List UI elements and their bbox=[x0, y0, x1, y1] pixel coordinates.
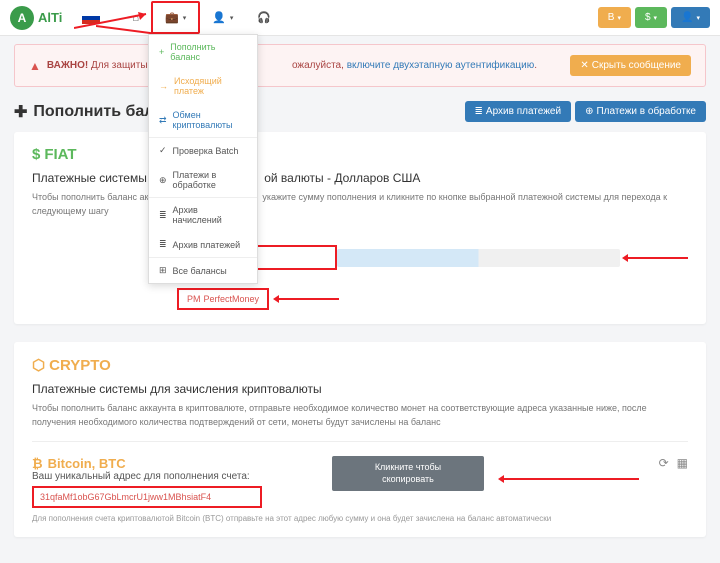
dropdown-item[interactable]: ⊞Все балансы bbox=[149, 258, 257, 283]
crypto-subtitle: Платежные системы для зачисления криптов… bbox=[32, 382, 688, 396]
btc-copy-button[interactable]: Кликните чтобы скопировать bbox=[332, 456, 484, 491]
alert-icon: ▲ bbox=[29, 59, 41, 73]
flag-ru-icon[interactable] bbox=[82, 12, 100, 24]
dropdown-item[interactable]: ≣Архив начислений bbox=[149, 198, 257, 232]
crypto-desc: Чтобы пополнить баланс аккаунта в крипто… bbox=[32, 402, 688, 429]
nav-user-dropdown[interactable]: 👤▾ bbox=[200, 3, 245, 32]
btn-processing[interactable]: ⊕ Платежи в обработке bbox=[575, 101, 706, 122]
logo-badge: A bbox=[10, 6, 34, 30]
nav-wallet-dropdown[interactable]: 💼▾ bbox=[151, 1, 200, 34]
btc-sub: Ваш уникальный адрес для пополнения счет… bbox=[32, 471, 312, 482]
page-header: ✚ Пополнить баланс ≣ Архив платежей ⊕ Пл… bbox=[14, 101, 706, 122]
alert-close-button[interactable]: ✕ Скрыть сообщение bbox=[570, 55, 691, 76]
btn-archive[interactable]: ≣ Архив платежей bbox=[465, 101, 572, 122]
dropdown-item[interactable]: ⊕Платежи в обработке bbox=[149, 163, 257, 197]
topbar-btn-b[interactable]: B▾ bbox=[598, 7, 631, 28]
alert-2fa: ▲ ВАЖНО! Для защиты досту ожалуйста, вкл… bbox=[14, 44, 706, 87]
qr-icon[interactable]: ▦ bbox=[677, 456, 688, 470]
dropdown-item[interactable]: +Пополнить баланс bbox=[149, 35, 257, 69]
crypto-title: ⬡ CRYPTO bbox=[32, 356, 688, 374]
dropdown-item[interactable]: →Исходящий платеж bbox=[149, 69, 257, 103]
fiat-panel: $ FIAT Платежные системы длой валюты - Д… bbox=[14, 132, 706, 324]
alert-link-2fa[interactable]: включите двухэтапную аутентификацию bbox=[347, 60, 535, 71]
nav-support[interactable]: 🎧 bbox=[245, 3, 283, 32]
amount-progress bbox=[337, 249, 620, 267]
fiat-subtitle: Платежные системы длой валюты - Долларов… bbox=[32, 171, 688, 185]
topbar-btn-user[interactable]: 👤▾ bbox=[671, 7, 710, 28]
logo-text: AlTi bbox=[38, 10, 62, 25]
crypto-panel: ⬡ CRYPTO Платежные системы для зачислени… bbox=[14, 342, 706, 537]
topbar-btn-dollar[interactable]: $▾ bbox=[635, 7, 667, 28]
topbar: A AlTi ⌂ 💼▾ 👤▾ 🎧 B▾ $▾ 👤▾ +Пополнить бал… bbox=[0, 0, 720, 36]
refresh-icon[interactable]: ⟳ bbox=[659, 456, 669, 470]
nav-home[interactable]: ⌂ bbox=[120, 4, 151, 32]
dropdown-item[interactable]: ⇄Обмен криптовалюты bbox=[149, 103, 257, 137]
annotation-arrow-amount bbox=[628, 257, 688, 259]
fiat-title: $ FIAT bbox=[32, 146, 688, 163]
wallet-dropdown-menu: +Пополнить баланс→Исходящий платеж⇄Обмен… bbox=[148, 34, 258, 284]
dropdown-item[interactable]: ≣Архив платежей bbox=[149, 232, 257, 257]
annotation-arrow-pm bbox=[279, 298, 339, 300]
perfectmoney-button[interactable]: PM PerfectMoney bbox=[177, 288, 269, 310]
btc-address-input[interactable] bbox=[32, 486, 262, 508]
dropdown-item[interactable]: ✓Проверка Batch bbox=[149, 138, 257, 163]
btc-title: ₿ Bitcoin, BTC bbox=[32, 456, 312, 471]
alert-strong: ВАЖНО! bbox=[47, 60, 88, 71]
annotation-arrow-btc bbox=[504, 478, 639, 480]
fiat-desc: Чтобы пополнить баланс аккукажите сумму … bbox=[32, 191, 688, 218]
btc-note: Для пополнения счета криптовалютой Bitco… bbox=[32, 514, 688, 523]
